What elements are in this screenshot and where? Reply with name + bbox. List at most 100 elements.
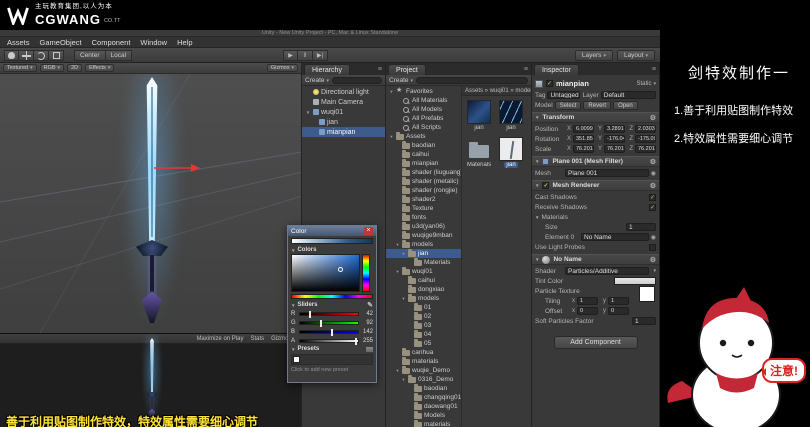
tree-item[interactable]: fonts [386,213,461,222]
object-picker-icon[interactable]: ◉ [651,234,656,241]
tree-item[interactable]: 03 [386,321,461,330]
hue-slider[interactable] [362,254,370,292]
tiling-x-field[interactable]: 1 [577,297,598,305]
color-picker-titlebar[interactable]: Color × [288,226,376,236]
tree-item[interactable]: 04 [386,330,461,339]
shading-dropdown[interactable]: Textured ▾ [3,64,37,72]
size-field[interactable]: 1 [626,223,656,231]
menu-item[interactable]: Window [135,38,172,47]
tree-item[interactable]: All Materials [386,96,461,105]
presets-section-header[interactable]: ▼ Presets [288,345,376,353]
value-field-x[interactable]: 6.00997 [573,125,594,133]
tree-item[interactable]: All Scripts [386,123,461,132]
menu-item[interactable]: Help [172,38,197,47]
expand-arrow-icon[interactable]: ▼ [401,377,406,382]
slider-handle[interactable] [355,337,358,345]
channel-value[interactable]: 142 [361,329,373,335]
preset-grid-icon[interactable] [366,346,373,352]
tree-item[interactable]: baodian [386,141,461,150]
spectrum-bar[interactable] [291,294,373,299]
value-field-y[interactable]: 76.2011 [604,145,625,153]
cast-shadows-checkbox[interactable]: ✓ [649,193,656,201]
tree-item[interactable]: shader (liuguang) [386,168,461,177]
scene-view[interactable]: Textured ▾ RGB ▾ 2D Effects ▾ Gizmos ▾ [0,63,302,333]
create-dropdown[interactable]: Create ▾ [305,77,329,84]
tool-button[interactable] [34,50,49,61]
tree-item[interactable]: 05 [386,339,461,348]
tree-item[interactable]: ▼ 0316_Demo [386,375,461,384]
tree-item[interactable]: ▼ models [386,240,461,249]
value-field-x[interactable]: 351.851 [573,135,594,143]
tree-item[interactable]: ▼ wuqi01 [386,267,461,276]
mesh-object-field[interactable]: Plane 001 [565,169,649,177]
layer-dropdown[interactable]: Default [600,91,656,99]
foldout-arrow-icon[interactable]: ▼ [535,159,539,164]
asset-tile[interactable]: Materials [466,137,492,168]
static-toggle[interactable]: Static ▾ [636,81,656,87]
tree-item[interactable]: u3d(yan06) [386,222,461,231]
layout-dropdown[interactable]: Layout ▾ [616,50,655,61]
tree-item[interactable]: Models [386,411,461,420]
move-gizmo-x-axis[interactable] [154,163,200,173]
revert-button[interactable]: Revert [583,100,612,110]
asset-tile[interactable]: jian [498,137,524,168]
foldout-arrow-icon[interactable]: ▼ [535,257,539,262]
gizmos-dropdown[interactable]: Gizmos▾ [266,64,298,72]
object-picker-icon[interactable]: ◉ [651,170,656,177]
tree-item[interactable]: ▼ wuqie_Demo [386,366,461,375]
value-field-x[interactable]: 76.2011 [573,145,594,153]
effects-dropdown[interactable]: Effects ▾ [85,64,115,72]
panel-menu-icon[interactable]: ≡ [378,64,382,75]
foldout-arrow-icon[interactable]: ▼ [535,115,539,120]
search-input[interactable] [332,76,382,84]
offset-x-field[interactable]: 0 [577,307,598,315]
tree-item[interactable]: ▼ Assets [386,132,461,141]
expand-arrow-icon[interactable]: ▼ [395,368,400,373]
menu-item[interactable]: Component [87,38,136,47]
mesh-renderer-header[interactable]: ▼ ✓ Mesh Renderer ⚙ [532,180,659,191]
asset-tile[interactable]: jian [466,100,492,131]
soft-particles-field[interactable]: 1 [632,317,656,325]
channel-value[interactable]: 42 [361,311,373,317]
tree-item[interactable]: ▼ models [386,294,461,303]
tree-item[interactable]: caihui [386,150,461,159]
tree-item[interactable]: ▼ jian [386,249,461,258]
sword-model[interactable] [120,69,184,329]
tree-item[interactable]: All Prefabs [386,114,461,123]
shader-dropdown[interactable]: Particles/Additive [565,267,650,275]
gear-icon[interactable]: ⚙ [650,114,656,122]
expand-arrow-icon[interactable]: ▼ [389,134,394,139]
transform-header[interactable]: ▼ Transform ⚙ [532,112,659,123]
offset-y-field[interactable]: 0 [608,307,629,315]
tree-item[interactable]: 02 [386,312,461,321]
foldout-arrow-icon[interactable]: ▼ [291,248,295,253]
panel-menu-icon[interactable]: ≡ [652,64,656,75]
tool-button[interactable] [19,50,34,61]
tree-item[interactable]: wuqige9mban [386,231,461,240]
light-probes-checkbox[interactable] [649,243,656,251]
tree-item[interactable]: shader (rongjie) [386,186,461,195]
gear-icon[interactable]: ⚙ [650,182,656,190]
hierarchy-item[interactable]: Main Camera [302,97,385,107]
tab-inspector[interactable]: Inspector [534,64,579,75]
space-local-button[interactable]: Local [105,50,133,61]
tree-item[interactable]: Materials [386,258,461,267]
asset-tile[interactable]: jian [498,100,524,131]
tree-item[interactable]: canhua [386,348,461,357]
channel-value[interactable]: 255 [361,338,373,344]
foldout-arrow-icon[interactable]: ▼ [291,347,295,352]
expand-arrow-icon[interactable]: ▼ [401,296,406,301]
tag-dropdown[interactable]: Untagged [547,91,581,99]
tiling-y-field[interactable]: 1 [608,297,629,305]
material-header[interactable]: ▼ No Name ⚙ [532,254,659,265]
color-cursor[interactable] [337,266,343,272]
colors-section-header[interactable]: ▼ Colors [288,246,376,254]
value-field-y[interactable]: 3.28913 [604,125,625,133]
tree-item[interactable]: materials [386,420,461,427]
pause-button[interactable]: ‖ [298,50,313,61]
menu-item[interactable]: GameObject [35,38,87,47]
2d-toggle[interactable]: 2D [67,64,83,72]
tree-item[interactable]: All Models [386,105,461,114]
create-dropdown[interactable]: Create ▾ [389,77,413,84]
expand-arrow-icon[interactable]: ▼ [401,251,406,256]
